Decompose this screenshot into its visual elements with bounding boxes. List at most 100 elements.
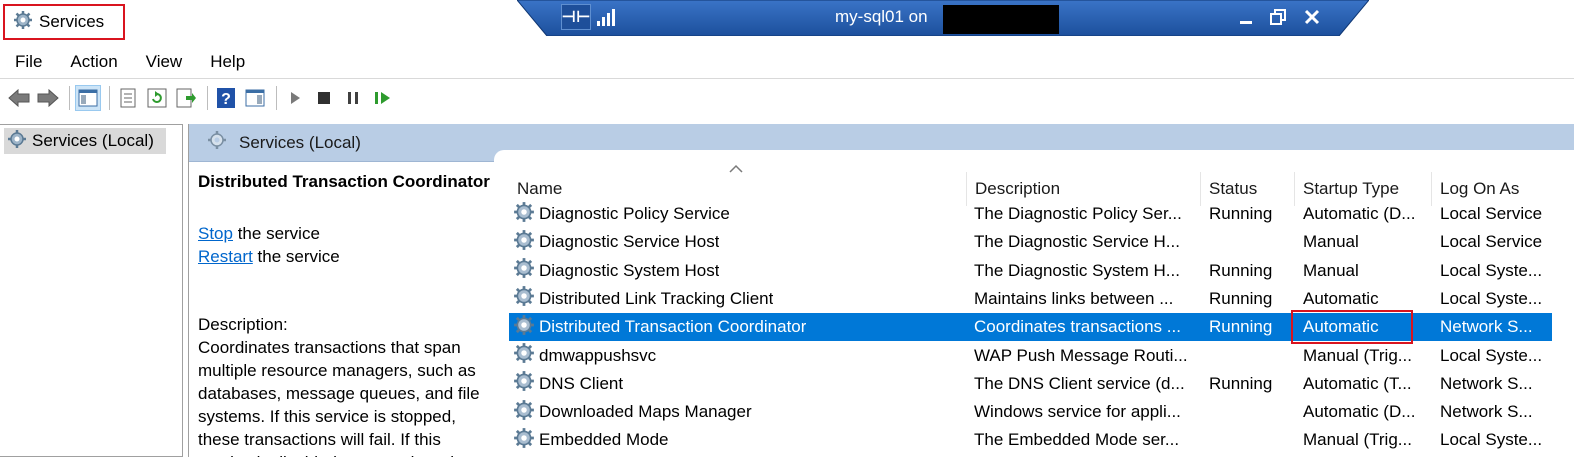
service-row[interactable]: Diagnostic System Host The Diagnostic Sys… — [509, 257, 1552, 285]
service-status-cell — [1209, 342, 1299, 370]
service-name-cell: Distributed Transaction Coordinator — [513, 313, 806, 341]
restart-service-link[interactable]: Restart — [198, 247, 253, 266]
service-name: Diagnostic System Host — [539, 260, 720, 280]
services-gear-icon — [13, 10, 33, 35]
service-name-cell: Diagnostic Service Host — [513, 228, 719, 256]
service-gear-icon — [513, 285, 535, 312]
service-description-panel: Distributed Transaction Coordinator Stop… — [198, 172, 498, 457]
forward-arrow-icon[interactable] — [35, 85, 61, 111]
service-log-on-as-cell: Network S... — [1440, 402, 1533, 422]
description-label: Description: — [198, 315, 288, 334]
service-row[interactable]: dmwappushsvc WAP Push Message Routi... Man… — [509, 342, 1552, 370]
window-title-highlight: Services — [3, 4, 125, 40]
stop-service-link[interactable]: Stop — [198, 224, 233, 243]
service-name-cell: Embedded Mode — [513, 426, 668, 454]
services-gear-icon — [207, 130, 227, 155]
start-service-icon[interactable] — [282, 85, 308, 111]
help-icon[interactable]: ? — [213, 85, 239, 111]
service-gear-icon — [513, 201, 535, 228]
service-log-on-as-cell: Local Syste... — [1440, 260, 1543, 280]
toolbar-separator — [207, 86, 208, 110]
service-name: Diagnostic Policy Service — [539, 204, 730, 223]
service-row[interactable]: Distributed Transaction Coordinator Coord… — [509, 310, 1552, 345]
svg-text:?: ? — [221, 91, 231, 108]
toolbar-separator — [69, 86, 70, 110]
service-name-cell: Downloaded Maps Manager — [513, 398, 752, 426]
show-action-pane-icon[interactable] — [242, 85, 268, 111]
pause-service-icon[interactable] — [340, 85, 366, 111]
pane-header-title: Services (Local) — [239, 132, 361, 152]
service-status-cell — [1209, 228, 1299, 256]
menu-divider — [0, 78, 1574, 79]
service-gear-icon — [513, 314, 535, 341]
export-list-icon[interactable] — [173, 85, 199, 111]
service-name-cell: Distributed Link Tracking Client — [513, 285, 773, 313]
connection-signal-icon[interactable] — [597, 8, 617, 26]
description-text: Coordinates transactions that span multi… — [198, 338, 480, 457]
tree-item-services-local[interactable]: Services (Local) — [4, 128, 166, 154]
remote-host-title: my-sql01 on — [835, 7, 928, 26]
restart-link-suffix: the service — [252, 247, 340, 266]
service-description-cell: Maintains links between ... — [974, 288, 1174, 308]
service-startup-type-cell: Manual (Trig... — [1303, 345, 1412, 365]
service-description-cell: Windows service for appli... — [974, 402, 1181, 422]
show-hide-console-tree-icon[interactable] — [75, 85, 101, 111]
service-startup-type-cell: Manual — [1303, 260, 1359, 280]
service-name: DNS Client — [539, 373, 624, 393]
service-row[interactable]: Downloaded Maps Manager Windows service f… — [509, 398, 1552, 426]
service-gear-icon — [513, 427, 535, 454]
restore-icon[interactable] — [1265, 4, 1291, 30]
service-gear-icon — [513, 370, 535, 397]
service-status-cell: Running — [1209, 317, 1273, 337]
remote-connection-bar: ⊣⊢ my-sql01 on — [517, 0, 1369, 36]
service-name-cell: DNS Client — [513, 370, 623, 398]
close-icon[interactable] — [1299, 4, 1325, 30]
menu-action[interactable]: Action — [56, 48, 131, 76]
service-name: Diagnostic Service Host — [539, 232, 720, 252]
menu-help[interactable]: Help — [196, 48, 259, 76]
service-row[interactable]: Diagnostic Service Host The Diagnostic Se… — [509, 228, 1552, 256]
service-startup-type-cell: Manual — [1303, 232, 1359, 252]
service-startup-type-cell: Automatic (D... — [1303, 204, 1416, 223]
toolbar-separator — [109, 86, 110, 110]
service-description: Description: Coordinates transactions th… — [198, 313, 493, 457]
service-row[interactable]: Distributed Link Tracking Client Maintain… — [509, 285, 1552, 313]
service-log-on-as-cell: Local Syste... — [1440, 345, 1543, 365]
selected-service-name: Distributed Transaction Coordinator — [198, 172, 490, 191]
service-name: Embedded Mode — [539, 430, 669, 450]
service-status-cell: Running — [1209, 373, 1273, 393]
menu-view[interactable]: View — [132, 48, 197, 76]
redacted-hostname — [943, 5, 1059, 34]
properties-icon[interactable] — [115, 85, 141, 111]
tree-item-label: Services (Local) — [32, 131, 154, 150]
service-startup-type-cell: Automatic (D... — [1303, 402, 1416, 422]
service-status-cell: Running — [1209, 204, 1273, 223]
stop-service-icon[interactable] — [311, 85, 337, 111]
back-arrow-icon[interactable] — [6, 85, 32, 111]
service-gear-icon — [513, 257, 535, 284]
service-row[interactable]: Embedded Mode The Embedded Mode ser... Man… — [509, 426, 1552, 454]
service-status-cell: Running — [1209, 260, 1273, 280]
restart-service-icon[interactable] — [369, 85, 395, 111]
service-description-cell: Coordinates transactions ... — [974, 317, 1181, 337]
services-details-pane: Services (Local) Distributed Transaction… — [188, 124, 1574, 457]
service-description-cell: The Diagnostic Service H... — [974, 232, 1180, 252]
service-name: dmwappushsvc — [539, 345, 657, 365]
service-log-on-as-cell: Local Syste... — [1440, 430, 1543, 450]
service-name: Downloaded Maps Manager — [539, 402, 752, 422]
service-gear-icon — [513, 229, 535, 256]
service-status-cell — [1209, 398, 1299, 426]
service-startup-type-cell: Automatic (T... — [1303, 373, 1412, 393]
services-list: Name Description Status Startup Type Log… — [509, 164, 1574, 457]
service-row[interactable]: Diagnostic Policy Service The Diagnostic … — [509, 200, 1552, 228]
console-tree: Services (Local) — [0, 124, 183, 457]
refresh-icon[interactable] — [144, 85, 170, 111]
service-description-cell: WAP Push Message Routi... — [974, 345, 1188, 365]
menu-file[interactable]: File — [0, 48, 56, 76]
pin-icon[interactable]: ⊣⊢ — [561, 4, 591, 30]
service-description-cell: The Diagnostic Policy Ser... — [974, 204, 1182, 223]
service-description-cell: The Diagnostic System H... — [974, 260, 1180, 280]
service-row[interactable]: DNS Client The DNS Client service (d... Ru… — [509, 370, 1552, 398]
service-startup-type-cell: Automatic — [1303, 317, 1379, 337]
minimize-icon[interactable] — [1233, 4, 1259, 30]
